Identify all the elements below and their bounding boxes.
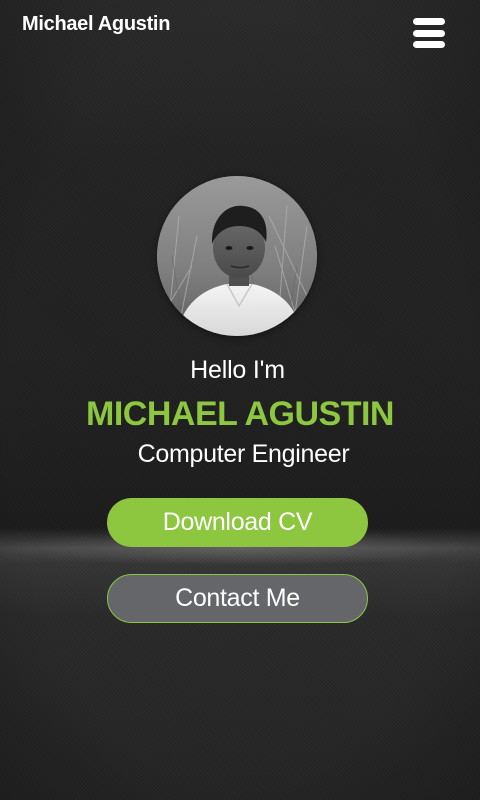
- greeting-text: Hello I'm: [190, 356, 285, 384]
- avatar-photo: [157, 176, 317, 336]
- menu-bar-bottom: [413, 41, 445, 48]
- menu-bar-middle: [413, 29, 445, 37]
- contact-me-button[interactable]: Contact Me: [107, 574, 368, 623]
- hero-name: MICHAEL AGUSTIN: [86, 395, 394, 433]
- avatar: [157, 176, 317, 336]
- menu-bar-top: [413, 18, 445, 25]
- job-title: Computer Engineer: [137, 440, 350, 468]
- download-cv-button[interactable]: Download CV: [107, 498, 368, 547]
- hamburger-menu-icon[interactable]: [413, 18, 445, 48]
- site-brand[interactable]: Michael Agustin: [22, 13, 170, 36]
